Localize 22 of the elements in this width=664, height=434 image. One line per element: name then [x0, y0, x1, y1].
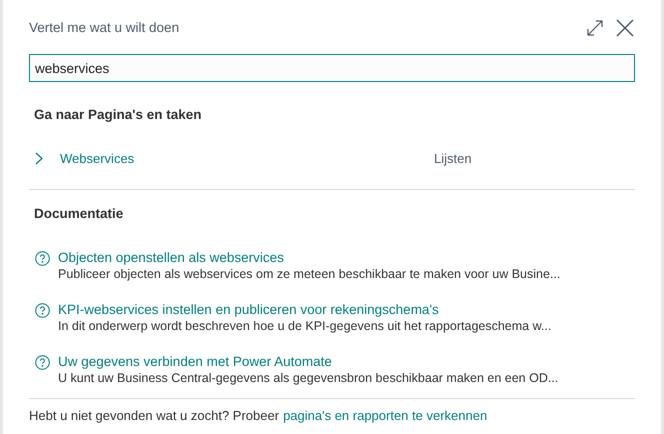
- search-field[interactable]: webservices: [29, 54, 635, 82]
- close-icon: [616, 19, 634, 37]
- documentation-link[interactable]: KPI-webservices instellen en publiceren voor rekeningschema's: [58, 300, 552, 318]
- documentation-link[interactable]: Objecten openstellen als webservices: [58, 248, 560, 266]
- documentation-description: In dit onderwerp wordt beschreven hoe u de KPI-gegevens uit het rapportageschema w...: [58, 318, 552, 334]
- documentation-description: U kunt uw Business Central-gegevens als gegevensbron beschikbaar maken en een OD...: [58, 370, 558, 386]
- page-link[interactable]: Webservices: [60, 148, 434, 168]
- help-icon: [35, 250, 50, 266]
- expand-icon: [586, 19, 604, 37]
- section-heading: Documentatie: [33, 205, 124, 224]
- footer-link[interactable]: pagina's en rapporten te verkennen: [283, 406, 488, 425]
- page-category: Lijsten: [434, 150, 472, 168]
- expand-button[interactable]: [585, 18, 605, 38]
- section-heading: Ga naar Pagina's en taken: [33, 106, 203, 124]
- documentation-description: Publiceer objecten als webservices om ze meteen beschikbaar te maken voor uw Busine...: [58, 266, 560, 282]
- documentation-link[interactable]: Uw gegevens verbinden met Power Automate: [58, 352, 558, 370]
- footer-text: Hebt u niet gevonden wat u zocht? Probeer: [29, 406, 280, 425]
- help-icon: [35, 354, 50, 370]
- help-icon: [35, 302, 50, 318]
- close-button[interactable]: [615, 18, 635, 38]
- chevron-right-icon: [35, 152, 43, 165]
- dialog-title: Vertel me wat u wilt doen: [29, 18, 180, 37]
